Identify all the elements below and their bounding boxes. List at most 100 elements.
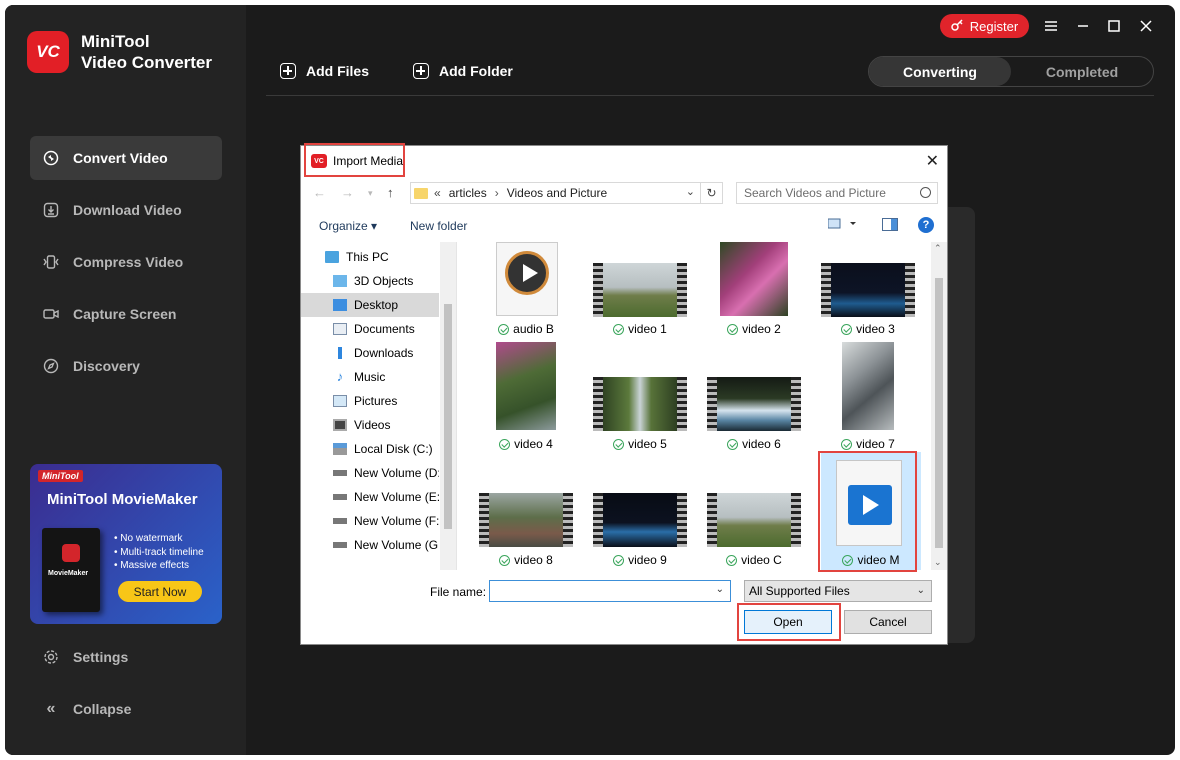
tree-scrollbar[interactable] <box>440 242 456 570</box>
tree-scroll-thumb[interactable] <box>444 304 452 529</box>
sync-check-icon <box>499 438 511 450</box>
file-item-video-1[interactable]: video 1 <box>590 242 690 342</box>
moviemaker-box-image: MovieMaker <box>42 528 100 612</box>
compass-icon <box>42 357 60 375</box>
downloads-icon <box>333 347 347 359</box>
search-input[interactable]: Search Videos and Picture <box>736 182 938 204</box>
pc-icon <box>325 251 339 263</box>
breadcrumb-chevron-icon: › <box>494 186 499 200</box>
sidebar-item-capture-screen[interactable]: Capture Screen <box>30 292 222 336</box>
status-tabs: Converting Completed <box>868 56 1154 87</box>
sidebar-item-convert-video[interactable]: Convert Video <box>30 136 222 180</box>
file-scrollbar[interactable]: ⌃ ⌄ <box>931 242 947 570</box>
minimize-icon[interactable] <box>1073 16 1093 36</box>
selected-file-highlight <box>818 451 917 572</box>
add-folder-icon <box>413 63 429 79</box>
video-thumbnail <box>707 377 801 431</box>
tree-item-this-pc[interactable]: This PC <box>301 245 439 269</box>
scroll-down-icon[interactable]: ⌄ <box>934 557 942 568</box>
start-now-button[interactable]: Start Now <box>118 581 202 602</box>
tree-item-new-volume-e[interactable]: New Volume (E:) <box>301 485 439 509</box>
settings-button[interactable]: Settings <box>42 648 128 666</box>
dialog-title: Import Media <box>333 154 404 168</box>
sidebar-nav: Convert Video Download Video Compress Vi… <box>30 136 222 396</box>
address-row: ← → ▾ ↑ « articles › Videos and Picture … <box>301 181 947 205</box>
tree-item-3d-objects[interactable]: 3D Objects <box>301 269 439 293</box>
chevron-down-icon[interactable]: ⌄ <box>716 584 724 595</box>
file-item-audio-b[interactable]: audio B <box>476 242 576 342</box>
breadcrumb-videos-and-picture[interactable]: Videos and Picture <box>507 186 608 200</box>
video-thumbnail <box>821 263 915 317</box>
sync-check-icon <box>499 554 511 566</box>
tree-item-downloads[interactable]: Downloads <box>301 341 439 365</box>
file-item-video-c[interactable]: video C <box>704 452 804 570</box>
view-options-icon[interactable] <box>827 218 858 233</box>
register-button[interactable]: Register <box>940 14 1029 38</box>
refresh-icon[interactable]: ↻ <box>701 182 723 204</box>
file-item-video-7[interactable]: video 7 <box>818 342 918 452</box>
videos-icon <box>333 419 347 431</box>
maximize-icon[interactable] <box>1104 16 1124 36</box>
file-item-video-5[interactable]: video 5 <box>590 342 690 452</box>
tree-item-new-volume-f[interactable]: New Volume (F:) <box>301 509 439 533</box>
promo-features: • No watermark • Multi-track timeline • … <box>114 533 204 571</box>
add-files-button[interactable]: Add Files <box>280 63 369 79</box>
compress-icon <box>42 253 60 271</box>
promo-title: MiniTool MovieMaker <box>47 491 198 508</box>
file-item-video-2[interactable]: video 2 <box>704 242 804 342</box>
tree-item-music[interactable]: ♪ Music <box>301 365 439 389</box>
tree-item-new-volume-g[interactable]: New Volume (G: <box>301 533 439 557</box>
chevron-down-icon[interactable]: ⌄ <box>686 185 695 198</box>
tab-completed[interactable]: Completed <box>1011 57 1153 86</box>
help-icon[interactable]: ? <box>918 217 934 233</box>
collapse-button[interactable]: « Collapse <box>42 700 132 718</box>
cancel-button[interactable]: Cancel <box>844 610 932 634</box>
close-icon[interactable] <box>1136 16 1156 36</box>
file-scroll-thumb[interactable] <box>935 278 943 548</box>
tree-item-documents[interactable]: Documents <box>301 317 439 341</box>
recent-dropdown-icon[interactable]: ▾ <box>368 188 373 199</box>
file-type-select[interactable]: All Supported Files ⌄ <box>744 580 932 602</box>
file-item-video-8[interactable]: video 8 <box>476 452 576 570</box>
tree-item-pictures[interactable]: Pictures <box>301 389 439 413</box>
organize-button[interactable]: Organize ▾ <box>319 219 377 233</box>
tree-item-desktop[interactable]: Desktop <box>301 293 439 317</box>
file-item-video-6[interactable]: video 6 <box>704 342 804 452</box>
open-button[interactable]: Open <box>744 610 832 634</box>
pictures-icon <box>333 395 347 407</box>
tree-item-new-volume-d[interactable]: New Volume (D: <box>301 461 439 485</box>
breadcrumb-articles[interactable]: articles <box>449 186 487 200</box>
forward-icon[interactable]: → <box>341 185 354 200</box>
file-item-video-9[interactable]: video 9 <box>590 452 690 570</box>
tree-item-local-disk-c[interactable]: Local Disk (C:) <box>301 437 439 461</box>
file-name-input[interactable]: ⌄ <box>489 580 731 602</box>
play-icon <box>505 251 549 295</box>
sidebar-item-discovery[interactable]: Discovery <box>30 344 222 388</box>
preview-pane-icon[interactable] <box>882 218 898 234</box>
up-icon[interactable]: ↑ <box>387 185 394 200</box>
sidebar-item-download-video[interactable]: Download Video <box>30 188 222 232</box>
sync-check-icon <box>841 323 853 335</box>
add-folder-button[interactable]: Add Folder <box>413 63 513 79</box>
sync-check-icon <box>498 323 510 335</box>
scroll-up-icon[interactable]: ⌃ <box>934 243 942 254</box>
sidebar-item-compress-video[interactable]: Compress Video <box>30 240 222 284</box>
drive-icon <box>333 470 347 476</box>
address-bar[interactable]: « articles › Videos and Picture ⌄ <box>410 182 701 204</box>
menu-icon[interactable] <box>1041 16 1061 36</box>
app-logo-icon: VC <box>311 154 327 168</box>
folder-icon <box>414 187 428 199</box>
video-thumbnail <box>593 263 687 317</box>
pane-divider[interactable] <box>456 242 457 570</box>
back-icon[interactable]: ← <box>313 185 326 200</box>
navigation-tree: This PC 3D Objects Desktop Documents Dow… <box>301 242 456 570</box>
dialog-title-bar: VC Import Media <box>305 146 409 176</box>
tab-converting[interactable]: Converting <box>869 57 1011 86</box>
dialog-close-icon[interactable]: ✕ <box>926 151 939 171</box>
new-folder-button[interactable]: New folder <box>410 219 467 233</box>
desktop-icon <box>333 299 347 311</box>
tree-item-videos[interactable]: Videos <box>301 413 439 437</box>
file-item-video-4[interactable]: video 4 <box>476 342 576 452</box>
file-item-video-3[interactable]: video 3 <box>818 242 918 342</box>
moviemaker-promo[interactable]: MiniTool MiniTool MovieMaker MovieMaker … <box>30 464 222 624</box>
